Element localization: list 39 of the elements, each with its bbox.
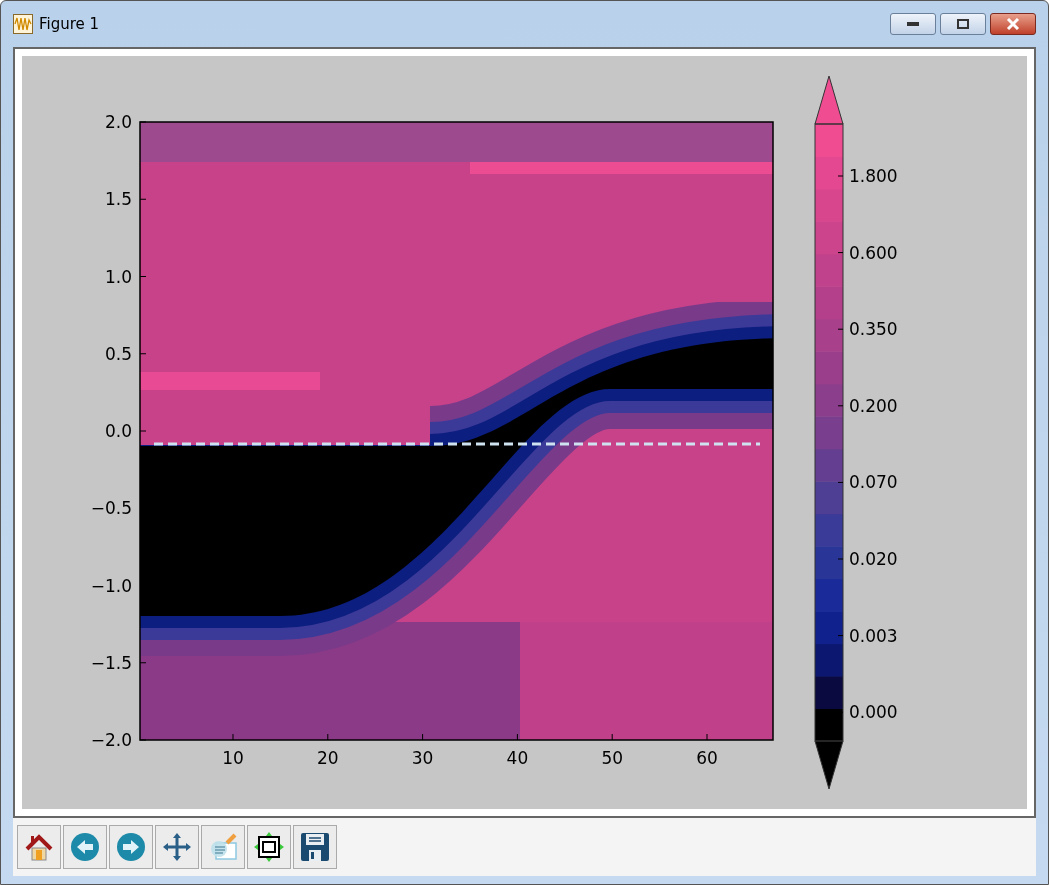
back-button[interactable]: [63, 825, 107, 869]
x-tick-label: 10: [222, 748, 244, 768]
save-button[interactable]: [293, 825, 337, 869]
window-title: Figure 1: [39, 13, 100, 35]
close-icon: [1006, 18, 1020, 30]
colorbar-tick-label: 0.000: [849, 702, 898, 723]
forward-button[interactable]: [109, 825, 153, 869]
y-tick-label: −2.0: [90, 730, 132, 750]
colorbar-tick-label: 0.600: [849, 242, 898, 263]
minimize-icon: [907, 22, 919, 26]
x-tick-label: 30: [411, 748, 434, 768]
x-tick-label: 60: [696, 748, 718, 768]
app-icon: [13, 14, 33, 34]
y-tick-label: −1.5: [90, 652, 132, 673]
colorbar-tick-label: 0.020: [849, 549, 898, 569]
colorbar-tick-label: 1.800: [849, 166, 898, 186]
zoom-button[interactable]: [247, 825, 291, 869]
colorbar-tick-label: 0.200: [849, 395, 898, 416]
y-tick-label: −1.0: [90, 575, 132, 596]
frame-arrows-icon: [253, 831, 285, 863]
x-tick-label: 40: [506, 748, 529, 768]
y-tick-label: 2.0: [104, 112, 132, 132]
x-tick-label: 20: [317, 748, 339, 768]
y-tick-label: 1.0: [104, 266, 132, 287]
home-button[interactable]: [17, 825, 61, 869]
y-tick-label: 0.5: [104, 343, 132, 364]
colorbar-tick-label: 0.350: [849, 319, 898, 340]
move-arrows-icon: [161, 831, 193, 863]
maximize-icon: [957, 19, 969, 29]
pan-button[interactable]: [155, 825, 199, 869]
y-tick-label: 1.5: [104, 189, 132, 210]
colorbar-tick-label: 0.003: [849, 625, 898, 646]
x-tick-label: 50: [601, 748, 623, 768]
minimize-button[interactable]: [890, 13, 936, 35]
close-button[interactable]: [990, 13, 1036, 35]
y-tick-label: 0.0: [104, 421, 132, 441]
colorbar-tick-label: 0.070: [849, 472, 898, 493]
maximize-button[interactable]: [940, 13, 986, 35]
y-tick-label: −0.5: [90, 498, 132, 519]
